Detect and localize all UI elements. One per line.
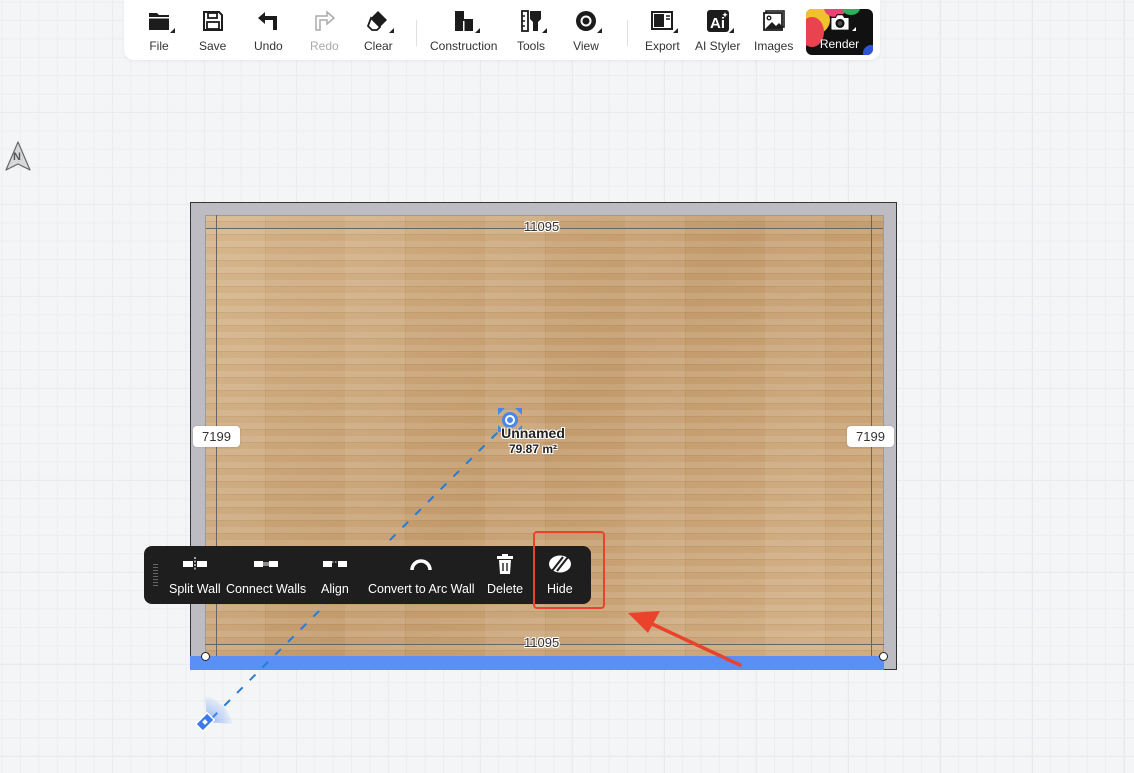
north-compass[interactable]: N — [4, 140, 32, 174]
file-label: File — [149, 39, 169, 53]
align-icon — [322, 554, 347, 574]
images-button[interactable]: Images — [754, 8, 793, 56]
eye-icon — [573, 8, 602, 34]
wall-endpoint-handle[interactable] — [201, 652, 210, 661]
redo-button[interactable]: Redo — [310, 8, 339, 56]
trash-icon — [496, 554, 514, 574]
wall-endpoint-handle[interactable] — [879, 652, 888, 661]
construction-button[interactable]: Construction — [430, 8, 497, 56]
render-caret — [852, 27, 856, 31]
connect-walls-icon — [254, 554, 279, 574]
convert-to-arc-wall-label: Convert to Arc Wall — [368, 582, 475, 596]
room-label[interactable]: Unnamed 79.87 m² — [494, 425, 572, 456]
toolbar-separator — [416, 20, 417, 46]
redo-label: Redo — [310, 39, 339, 53]
clear-button[interactable]: Clear — [364, 8, 395, 56]
construction-label: Construction — [430, 39, 498, 53]
drag-handle[interactable] — [153, 564, 158, 588]
export-layout-icon — [649, 8, 679, 34]
convert-to-arc-wall-button[interactable]: Convert to Arc Wall — [368, 554, 475, 598]
split-wall-icon — [182, 554, 207, 574]
main-toolbar: File Save Undo Redo Clear Construction T… — [124, 0, 880, 60]
tools-label: Tools — [517, 39, 546, 53]
split-wall-button[interactable]: Split Wall — [169, 554, 221, 598]
render-button[interactable]: Render — [806, 9, 873, 55]
annotation-highlight-box — [533, 531, 605, 609]
export-button[interactable]: Export — [645, 8, 680, 56]
camera-field-of-view — [205, 696, 233, 724]
ai-styler-label: AI Styler — [695, 39, 741, 53]
clear-label: Clear — [364, 39, 393, 53]
ai-styler-button[interactable]: Ai AI Styler — [695, 8, 740, 56]
align-button[interactable]: Align — [321, 554, 349, 598]
connect-walls-button[interactable]: Connect Walls — [226, 554, 306, 598]
folder-icon — [146, 8, 175, 34]
render-label: Render — [819, 37, 860, 51]
toolbar-separator — [627, 20, 628, 46]
delete-label: Delete — [487, 582, 524, 596]
view-button[interactable]: View — [573, 8, 602, 56]
paint-brush-icon — [518, 8, 547, 34]
undo-label: Undo — [254, 39, 283, 53]
redo-arrow-icon — [311, 8, 337, 34]
dimension-bottom[interactable]: 11095 — [522, 635, 561, 650]
images-label: Images — [754, 39, 794, 53]
camera-icon — [830, 14, 850, 31]
blocks-icon — [451, 8, 480, 34]
undo-button[interactable]: Undo — [254, 8, 283, 56]
wall-context-toolbar: Split Wall Connect Walls Align Convert t… — [144, 546, 591, 604]
eraser-icon — [365, 8, 395, 34]
arc-icon — [409, 554, 433, 574]
image-icon — [761, 8, 787, 34]
room-name: Unnamed — [501, 425, 565, 441]
dimension-right[interactable]: 7199 — [847, 426, 894, 447]
svg-text:Ai: Ai — [710, 15, 725, 32]
dimension-top[interactable]: 11095 — [522, 219, 561, 234]
save-label: Save — [199, 39, 227, 53]
dimension-left[interactable]: 7199 — [193, 426, 240, 447]
compass-label: N — [13, 151, 21, 163]
ai-icon: Ai — [705, 8, 734, 34]
selected-wall-bottom[interactable] — [190, 656, 884, 670]
connect-walls-label: Connect Walls — [226, 582, 307, 596]
annotation-arrow — [628, 611, 742, 667]
split-wall-label: Split Wall — [169, 582, 221, 596]
camera-marker — [194, 711, 216, 733]
delete-button[interactable]: Delete — [487, 554, 523, 598]
wall-inner-edge — [205, 215, 884, 216]
save-button[interactable]: Save — [199, 8, 226, 56]
room-area: 79.87 m² — [508, 442, 558, 456]
file-button[interactable]: File — [146, 8, 175, 56]
align-label: Align — [321, 582, 349, 596]
view-label: View — [573, 39, 599, 53]
export-label: Export — [645, 39, 680, 53]
tools-button[interactable]: Tools — [517, 8, 547, 56]
undo-arrow-icon — [255, 8, 281, 34]
floppy-disk-icon — [200, 8, 226, 34]
